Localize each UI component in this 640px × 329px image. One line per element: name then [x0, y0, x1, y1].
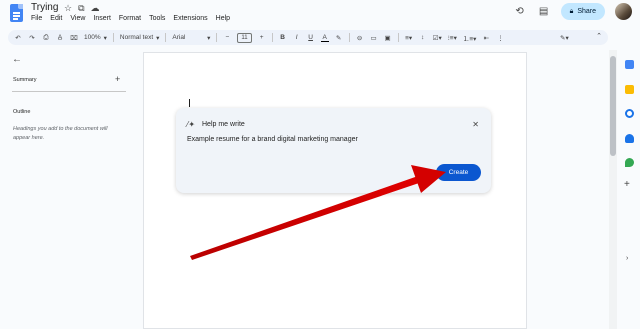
indent-icon[interactable]: ⇤	[482, 34, 490, 42]
menu-help[interactable]: Help	[216, 15, 230, 22]
menu-bar: File Edit View Insert Format Tools Exten…	[31, 15, 230, 22]
keep-icon[interactable]	[625, 85, 634, 94]
contacts-icon[interactable]	[625, 134, 634, 143]
underline-icon[interactable]: U	[307, 34, 315, 41]
magic-wand-icon: ⁄✦	[187, 120, 196, 129]
divider	[348, 33, 350, 42]
increase-font-icon[interactable]: +	[258, 34, 266, 41]
chevron-right-icon[interactable]: ›	[626, 255, 628, 262]
prompt-input[interactable]: Example resume for a brand digital marke…	[187, 136, 358, 143]
font-value: Arial	[172, 34, 186, 41]
chevron-down-icon: ▾	[103, 34, 107, 42]
toolbar: ↶ ↷ ⎙ A̲ ⌧ 100% ▾ Normal text ▾ Arial ▾ − 1…	[8, 30, 608, 45]
paint-format-icon[interactable]: ⌧	[70, 34, 78, 42]
checklist-icon[interactable]: ☑▾	[433, 34, 442, 42]
divider	[397, 33, 399, 42]
outline-label: Outline	[13, 109, 31, 115]
create-button[interactable]: Create	[436, 164, 481, 181]
italic-icon[interactable]: I	[293, 34, 301, 41]
zoom-select[interactable]: 100% ▾	[84, 34, 107, 42]
star-icon[interactable]: ☆	[64, 3, 72, 14]
editing-mode-icon[interactable]: ✎▾	[560, 34, 569, 42]
style-value: Normal text	[119, 34, 154, 41]
calendar-icon[interactable]	[625, 60, 634, 69]
print-icon[interactable]: ⎙	[42, 34, 50, 42]
side-panel: + ›	[620, 50, 640, 329]
spellcheck-icon[interactable]: A̲	[56, 34, 64, 41]
numbered-list-icon[interactable]: ⒈≡▾	[463, 33, 477, 43]
help-me-write-card: ⁄✦ Help me write ✕ Example resume for a …	[176, 108, 491, 193]
maps-icon[interactable]	[625, 158, 634, 167]
zoom-value: 100%	[84, 34, 101, 41]
history-icon[interactable]: ⟲	[513, 5, 527, 19]
move-folder-icon[interactable]: ⧉	[78, 3, 84, 14]
menu-insert[interactable]: Insert	[93, 15, 111, 22]
scrollbar-thumb[interactable]	[610, 56, 616, 156]
lock-icon: 🔒︎	[569, 7, 574, 15]
summary-label: Summary	[13, 77, 37, 83]
menu-extensions[interactable]: Extensions	[173, 15, 207, 22]
decrease-font-icon[interactable]: −	[223, 34, 231, 41]
app-header: Trying ☆ ⧉ ☁ File Edit View Insert Forma…	[0, 0, 640, 28]
more-icon[interactable]: ⋮	[496, 34, 504, 42]
highlight-icon[interactable]: ✎	[335, 34, 343, 42]
add-summary-icon[interactable]: +	[115, 74, 120, 84]
text-caret	[189, 99, 190, 107]
cloud-status-icon[interactable]: ☁	[91, 3, 100, 14]
link-icon[interactable]: ⊖	[356, 34, 364, 42]
divider	[112, 33, 114, 42]
divider	[12, 91, 126, 92]
line-spacing-icon[interactable]: ↕	[419, 34, 427, 41]
close-icon[interactable]: ✕	[472, 120, 479, 129]
chevron-down-icon: ▾	[207, 34, 211, 42]
help-me-write-title: Help me write	[202, 121, 245, 128]
text-color-icon[interactable]: A	[320, 34, 329, 42]
style-select[interactable]: Normal text ▾	[120, 34, 160, 42]
bold-icon[interactable]: B	[279, 34, 287, 41]
back-arrow-icon[interactable]: ←	[12, 54, 22, 65]
share-button[interactable]: 🔒︎ Share	[560, 3, 605, 20]
menu-tools[interactable]: Tools	[149, 15, 165, 22]
share-label: Share	[577, 8, 596, 15]
tasks-icon[interactable]	[625, 109, 634, 118]
divider	[216, 33, 218, 42]
menu-view[interactable]: View	[70, 15, 85, 22]
document-title[interactable]: Trying	[31, 2, 58, 13]
menu-format[interactable]: Format	[119, 15, 141, 22]
image-icon[interactable]: ▣	[384, 34, 392, 42]
avatar[interactable]	[615, 3, 632, 20]
title-icons: ☆ ⧉ ☁	[64, 3, 100, 14]
divider	[271, 33, 273, 42]
collapse-toolbar-icon[interactable]: ⌃	[596, 32, 602, 40]
docs-logo-icon[interactable]	[10, 4, 23, 22]
outline-hint: Headings you add to the document will ap…	[13, 126, 108, 141]
menu-edit[interactable]: Edit	[50, 15, 62, 22]
bulleted-list-icon[interactable]: ⁝≡▾	[448, 34, 457, 42]
add-comment-icon[interactable]: ▭	[370, 34, 378, 42]
menu-file[interactable]: File	[31, 15, 42, 22]
font-select[interactable]: Arial ▾	[172, 34, 210, 42]
add-addon-icon[interactable]: +	[624, 179, 630, 190]
chevron-down-icon: ▾	[156, 34, 160, 42]
redo-icon[interactable]: ↷	[28, 34, 36, 42]
header-actions: ⟲ ▤ 🔒︎ Share	[513, 3, 632, 20]
divider	[165, 33, 167, 42]
font-size-input[interactable]: 11	[237, 32, 252, 43]
scrollbar[interactable]	[609, 50, 617, 329]
undo-icon[interactable]: ↶	[14, 34, 22, 42]
align-icon[interactable]: ≡▾	[405, 34, 413, 42]
comment-icon[interactable]: ▤	[537, 5, 551, 19]
